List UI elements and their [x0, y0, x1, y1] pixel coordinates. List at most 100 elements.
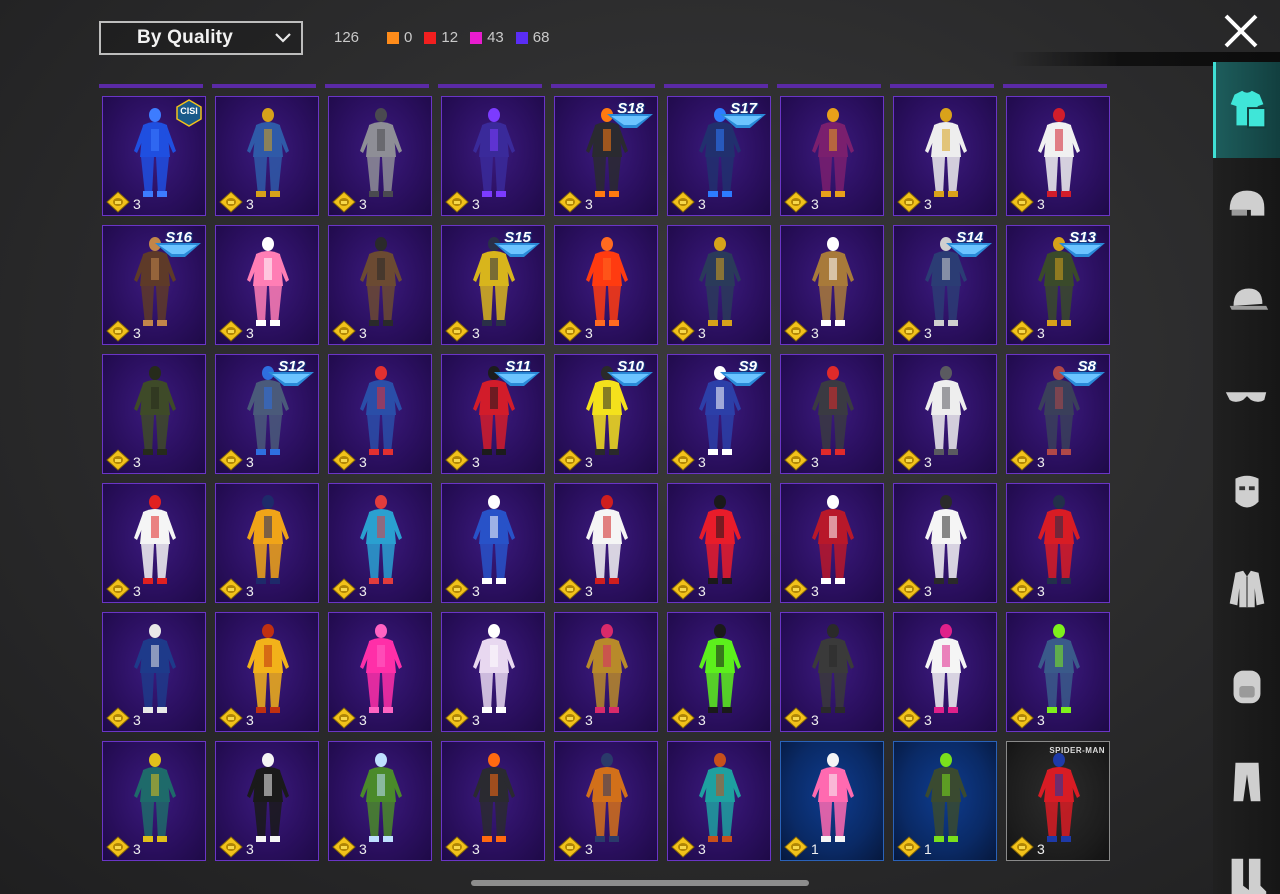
outfit-tile[interactable]: 3 [667, 225, 771, 345]
outfit-tile[interactable]: 3 [893, 612, 997, 732]
outfit-tile[interactable]: 3 [667, 483, 771, 603]
outfit-tile[interactable]: 3 [215, 741, 319, 861]
sidebar-tab-jacket[interactable] [1213, 542, 1280, 638]
outfit-tile[interactable]: 3 [667, 741, 771, 861]
outfit-tile[interactable]: 3 [328, 96, 432, 216]
outfit-tile[interactable]: 3 [667, 612, 771, 732]
outfit-tile[interactable]: 3 [328, 225, 432, 345]
sidebar-tab-cap[interactable] [1213, 254, 1280, 350]
outfit-tile[interactable]: 3 [1006, 483, 1110, 603]
outfit-tile[interactable]: S11 3 [441, 354, 545, 474]
outfit-tile[interactable]: 1 [780, 741, 884, 861]
outfit-tile[interactable]: 1 [893, 741, 997, 861]
outfit-tile[interactable]: 3 [893, 354, 997, 474]
quantity: 3 [784, 707, 819, 729]
outfit-tile[interactable]: 3 [780, 354, 884, 474]
quantity-value: 3 [924, 712, 932, 728]
outfit-tile[interactable]: 3 [780, 96, 884, 216]
quality-coin-icon [671, 320, 695, 342]
outfit-tile[interactable]: 3 [215, 96, 319, 216]
sidebar-tab-outfit[interactable] [1213, 62, 1280, 158]
outfit-tile[interactable]: 3 [102, 354, 206, 474]
outfit-tile[interactable]: 3 [102, 741, 206, 861]
outfit-tile[interactable]: 3 [554, 741, 658, 861]
close-icon[interactable] [1222, 12, 1260, 50]
outfit-tile[interactable]: 3 [893, 96, 997, 216]
outfit-tile[interactable]: 3 [893, 483, 997, 603]
outfit-tile[interactable]: S10 3 [554, 354, 658, 474]
quality-coin-icon [332, 578, 356, 600]
quantity-value: 3 [585, 583, 593, 599]
quality-coin-icon [106, 707, 130, 729]
outfit-tile[interactable]: 3 [554, 612, 658, 732]
quantity: 3 [558, 836, 593, 858]
outfit-tile[interactable]: S8 3 [1006, 354, 1110, 474]
outfit-tile[interactable]: 3 [554, 225, 658, 345]
outfit-tile[interactable]: S13 3 [1006, 225, 1110, 345]
outfit-tile[interactable]: 3 [780, 483, 884, 603]
pink-swatch [470, 31, 483, 44]
sidebar-tab-glasses[interactable] [1213, 350, 1280, 446]
item-grid-container[interactable]: CISI 3 3 3 3 S18 3 S17 3 3 3 3 S16 3 3 3… [99, 84, 1115, 864]
sidebar-tab-shoes[interactable] [1213, 830, 1280, 894]
outfit-tile[interactable]: 3 [441, 96, 545, 216]
outfit-tile[interactable]: S12 3 [215, 354, 319, 474]
outfit-figure [925, 753, 967, 842]
sidebar-tab-backpack[interactable] [1213, 638, 1280, 734]
outfit-tile[interactable]: 3 [328, 354, 432, 474]
outfit-tile[interactable]: S9 3 [667, 354, 771, 474]
home-indicator[interactable] [471, 880, 809, 886]
sidebar-tab-mask[interactable] [1213, 446, 1280, 542]
quantity: 3 [332, 707, 367, 729]
quantity-value: 3 [924, 454, 932, 470]
outfit-tile[interactable]: S14 3 [893, 225, 997, 345]
outfit-figure [247, 108, 289, 197]
outfit-figure [134, 495, 176, 584]
quantity: 3 [219, 191, 254, 213]
outfit-tile[interactable]: 3 [328, 741, 432, 861]
outfit-tile[interactable]: 3 [1006, 612, 1110, 732]
quantity: 3 [558, 449, 593, 471]
quantity-value: 3 [1037, 196, 1045, 212]
quality-coin-icon [784, 836, 808, 858]
sidebar-tab-helmet[interactable] [1213, 158, 1280, 254]
sidebar-tab-pants[interactable] [1213, 734, 1280, 830]
quantity: 3 [445, 578, 480, 600]
quantity-value: 3 [472, 454, 480, 470]
quantity-value: 3 [924, 583, 932, 599]
outfit-figure [699, 753, 741, 842]
outfit-tile[interactable]: 3 [780, 612, 884, 732]
outfit-tile[interactable]: 3 [1006, 96, 1110, 216]
quality-coin-icon [784, 449, 808, 471]
outfit-tile[interactable]: S15 3 [441, 225, 545, 345]
quantity-value: 3 [585, 454, 593, 470]
outfit-figure [247, 237, 289, 326]
quantity: 1 [897, 836, 932, 858]
outfit-figure [586, 624, 628, 713]
quantity-value: 1 [924, 841, 932, 857]
outfit-tile[interactable]: 3 [215, 483, 319, 603]
outfit-tile[interactable]: 3 [554, 483, 658, 603]
outfit-tile[interactable]: 3 [441, 612, 545, 732]
outfit-tile[interactable]: 3 [215, 225, 319, 345]
outfit-tile[interactable]: SPIDER-MAN 3 [1006, 741, 1110, 861]
quantity: 3 [897, 320, 932, 342]
outfit-tile[interactable]: 3 [102, 612, 206, 732]
outfit-tile[interactable]: 3 [328, 612, 432, 732]
outfit-tile[interactable]: S17 3 [667, 96, 771, 216]
outfit-tile[interactable]: S16 3 [102, 225, 206, 345]
quantity-value: 3 [246, 712, 254, 728]
quality-coin-icon [1010, 578, 1034, 600]
sort-dropdown[interactable]: By Quality [99, 21, 303, 55]
outfit-tile[interactable]: 3 [441, 741, 545, 861]
outfit-tile[interactable]: CISI 3 [102, 96, 206, 216]
outfit-tile[interactable]: S18 3 [554, 96, 658, 216]
quantity-value: 3 [133, 583, 141, 599]
quality-coin-icon [784, 320, 808, 342]
backpack-icon [1233, 670, 1260, 704]
outfit-tile[interactable]: 3 [328, 483, 432, 603]
outfit-tile[interactable]: 3 [780, 225, 884, 345]
outfit-tile[interactable]: 3 [102, 483, 206, 603]
outfit-tile[interactable]: 3 [215, 612, 319, 732]
outfit-tile[interactable]: 3 [441, 483, 545, 603]
